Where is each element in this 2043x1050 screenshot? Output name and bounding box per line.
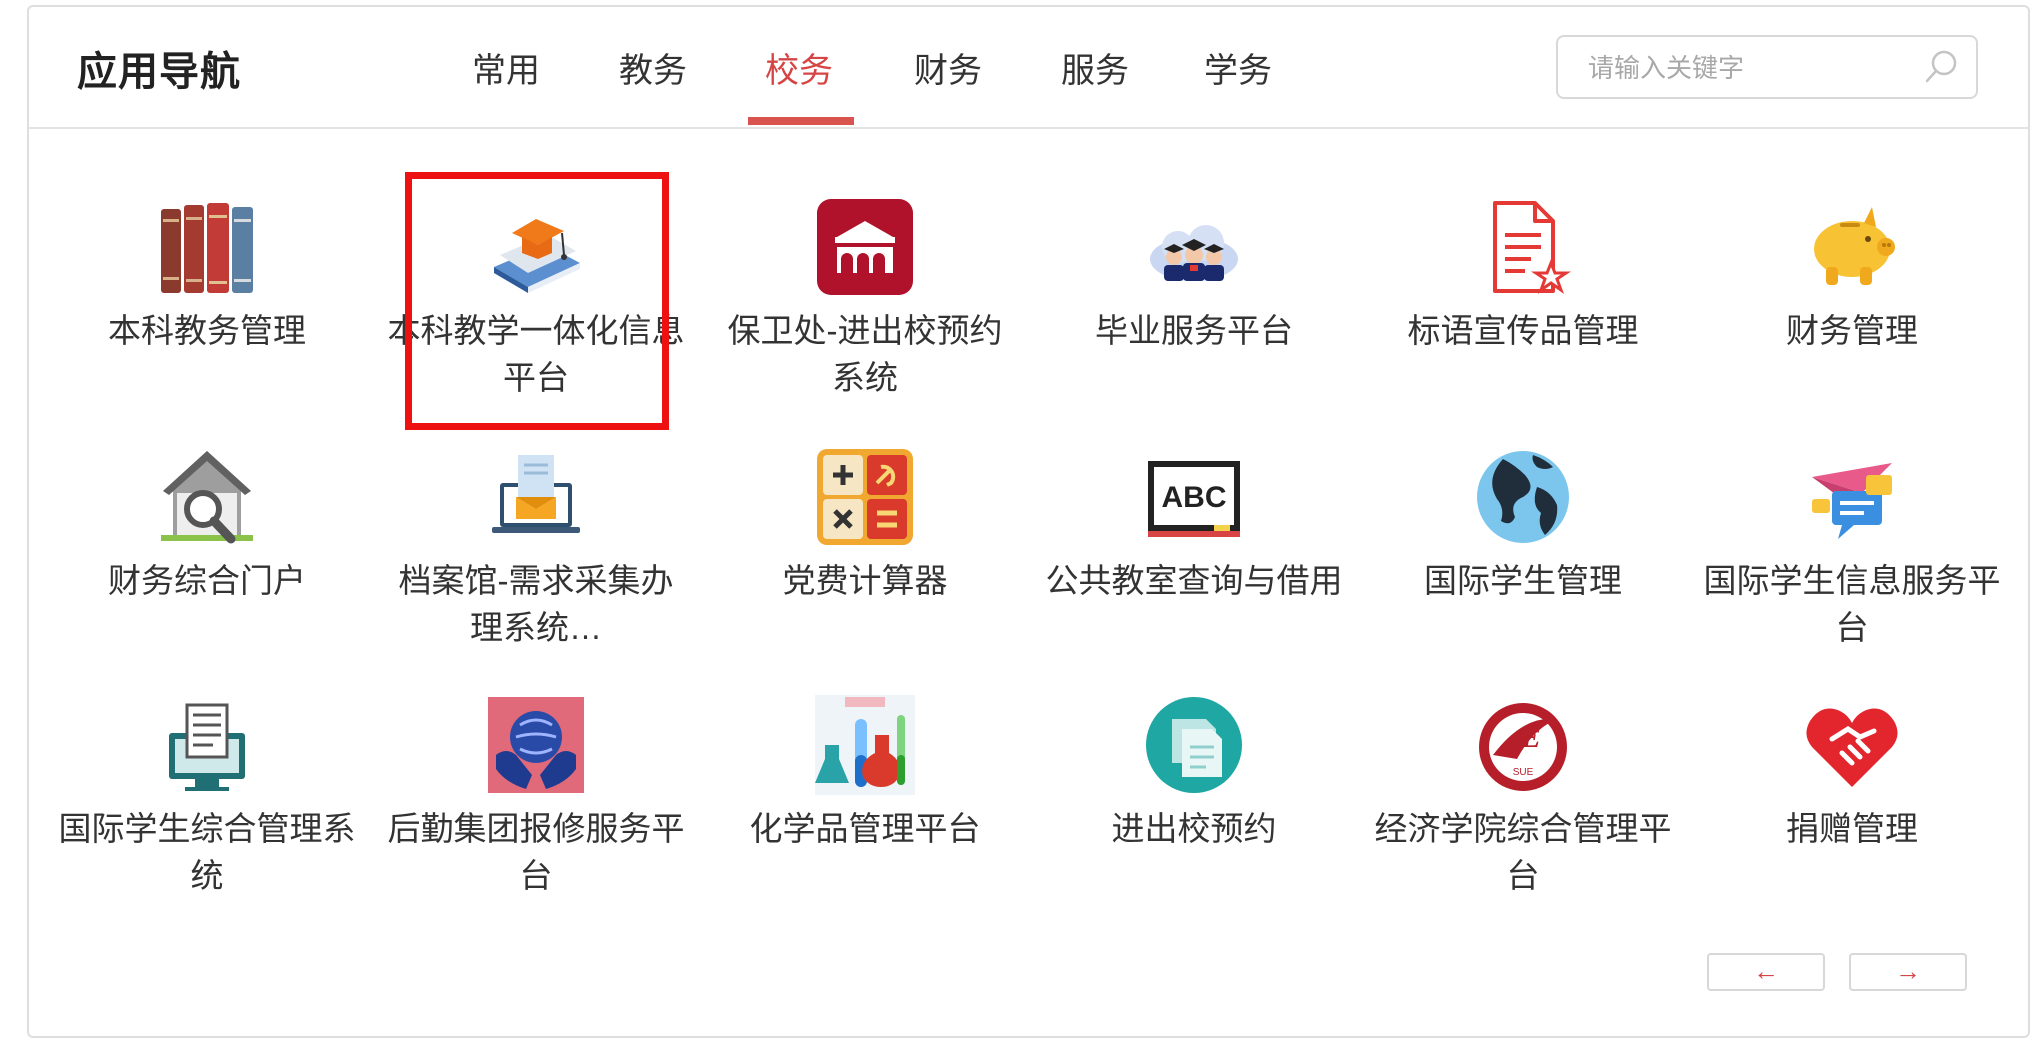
tab-finance[interactable]: 财务 (914, 43, 982, 92)
building-gate-icon (817, 199, 913, 295)
active-tab-indicator (748, 117, 854, 125)
tab-common[interactable]: 常用 (472, 43, 540, 92)
app-label: 国际学生综合管理系统 (58, 810, 356, 894)
books-icon (161, 203, 253, 293)
app-navigation-panel: 应用导航 常用 教务 校务 财务 服务 学务 本科教务管理 (27, 5, 2030, 1038)
app-tile[interactable]: 进出校预约 (1044, 695, 1344, 852)
app-label: 档案馆-需求采集办理系统… (398, 562, 674, 646)
app-label: 国际学生管理 (1424, 562, 1622, 599)
app-label: 保卫处-进出校预约系统 (727, 312, 1003, 396)
app-label: 财务管理 (1786, 312, 1918, 349)
app-label: 进出校预约 (1111, 810, 1277, 847)
tab-services[interactable]: 服务 (1061, 43, 1129, 92)
app-label: 公共教室查询与借用 (1045, 562, 1343, 599)
app-tile[interactable]: 国际学生综合管理系统 (57, 695, 357, 899)
graduation-cap-books-icon (494, 219, 580, 293)
app-label: 经济学院综合管理平台 (1374, 810, 1672, 894)
document-star-icon (1493, 201, 1571, 294)
search-box (1556, 35, 1978, 99)
panel-title: 应用导航 (77, 50, 241, 94)
search-icon[interactable] (1922, 47, 1962, 87)
globe-icon (1477, 451, 1569, 543)
svg-text:E: E (1520, 721, 1541, 754)
app-label: 后勤集团报修服务平台 (387, 810, 685, 894)
plane-chat-icon (1812, 463, 1892, 539)
app-tile[interactable]: ABC 公共教室查询与借用 (1044, 447, 1344, 604)
app-tile[interactable]: 保卫处-进出校预约系统 (715, 197, 1015, 401)
app-tile[interactable]: 本科教学一体化信息平台 (386, 197, 686, 401)
app-label: 党费计算器 (782, 562, 948, 599)
copy-document-icon (1146, 697, 1242, 793)
app-label: 化学品管理平台 (749, 810, 981, 847)
economics-logo-icon: E SUE (1479, 703, 1567, 791)
piggy-bank-icon (1814, 207, 1895, 285)
app-tile[interactable]: 档案馆-需求采集办理系统… (386, 447, 686, 651)
app-label: 本科教学一体化信息平台 (387, 312, 685, 396)
abc-blackboard-icon: ABC (1148, 461, 1240, 537)
computer-document-icon (169, 703, 245, 791)
search-input[interactable] (1586, 49, 1910, 87)
calculator-icon (817, 449, 913, 545)
app-tile[interactable]: 国际学生信息服务平台 (1702, 447, 2002, 651)
svg-text:SUE: SUE (1513, 767, 1534, 778)
heart-handshake-icon (1806, 708, 1898, 787)
app-tile[interactable]: 本科教务管理 (57, 197, 357, 354)
app-label: 捐赠管理 (1786, 810, 1918, 847)
graduates-cloud-icon (1150, 225, 1238, 281)
app-label: 国际学生信息服务平台 (1703, 562, 2001, 646)
hands-globe-icon (488, 697, 584, 793)
app-tile[interactable]: E SUE 经济学院综合管理平台 (1373, 695, 1673, 899)
app-tile[interactable]: 捐赠管理 (1702, 695, 2002, 852)
tab-academic-affairs[interactable]: 教务 (619, 43, 687, 92)
app-tile[interactable]: 毕业服务平台 (1044, 197, 1344, 354)
app-tile[interactable]: 标语宣传品管理 (1373, 197, 1673, 354)
app-label: 本科教务管理 (108, 312, 306, 349)
laptop-mail-icon (492, 455, 580, 533)
app-label: 标语宣传品管理 (1407, 312, 1639, 349)
app-tile[interactable]: 后勤集团报修服务平台 (386, 695, 686, 899)
app-tile[interactable]: 国际学生管理 (1373, 447, 1673, 604)
app-tile[interactable]: 化学品管理平台 (715, 695, 1015, 852)
app-tile[interactable]: 财务管理 (1702, 197, 2002, 354)
house-search-icon (161, 451, 253, 544)
tab-school-affairs[interactable]: 校务 (765, 43, 833, 92)
app-label: 财务综合门户 (108, 562, 306, 599)
tab-student-affairs[interactable]: 学务 (1204, 43, 1272, 92)
svg-text:ABC: ABC (1162, 481, 1227, 514)
chemistry-flasks-icon (815, 695, 915, 795)
app-tile[interactable]: 党费计算器 (715, 447, 1015, 604)
app-label: 毕业服务平台 (1095, 312, 1293, 349)
app-tile[interactable]: 财务综合门户 (57, 447, 357, 604)
prev-page-button[interactable]: ← (1707, 953, 1825, 991)
next-page-button[interactable]: → (1849, 953, 1967, 991)
panel-header: 应用导航 常用 教务 校务 财务 服务 学务 (29, 7, 2028, 129)
